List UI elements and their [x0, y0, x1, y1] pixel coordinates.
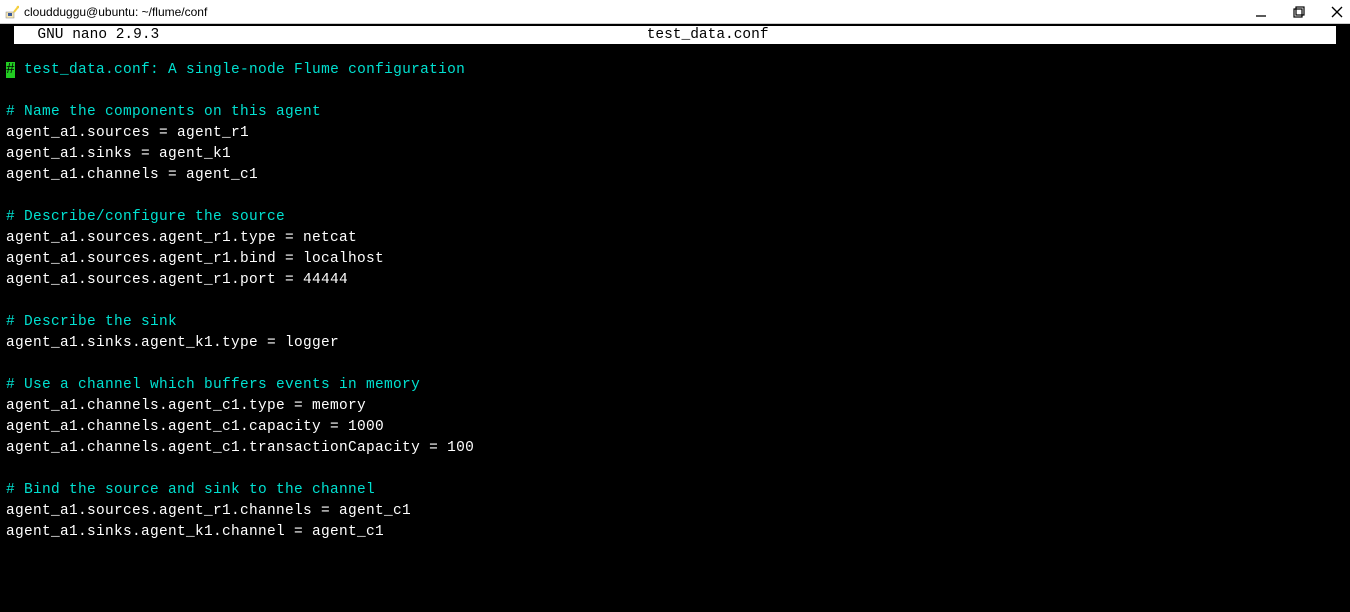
nano-header: GNU nano 2.9.3 test_data.conf	[14, 26, 1336, 44]
config-line: agent_a1.sources.agent_r1.port = 44444	[6, 270, 1344, 291]
window-title: cloudduggu@ubuntu: ~/flume/conf	[24, 5, 1254, 19]
blank-line	[6, 186, 1344, 207]
nano-version: GNU nano 2.9.3	[14, 26, 159, 44]
config-line: agent_a1.sources = agent_r1	[6, 123, 1344, 144]
config-line: agent_a1.channels.agent_c1.type = memory	[6, 396, 1344, 417]
minimize-button[interactable]	[1254, 5, 1268, 19]
blank-line	[6, 81, 1344, 102]
blank-line	[6, 291, 1344, 312]
comment-line: # test_data.conf: A single-node Flume co…	[6, 60, 1344, 81]
nano-filename: test_data.conf	[159, 26, 1256, 44]
config-line: agent_a1.channels.agent_c1.capacity = 10…	[6, 417, 1344, 438]
comment-line: # Name the components on this agent	[6, 102, 1344, 123]
config-line: agent_a1.sinks.agent_k1.channel = agent_…	[6, 522, 1344, 543]
blank-line	[6, 354, 1344, 375]
config-line: agent_a1.sources.agent_r1.type = netcat	[6, 228, 1344, 249]
config-line: agent_a1.sources.agent_r1.bind = localho…	[6, 249, 1344, 270]
config-line: agent_a1.sources.agent_r1.channels = age…	[6, 501, 1344, 522]
comment-line: # Describe the sink	[6, 312, 1344, 333]
window-titlebar: cloudduggu@ubuntu: ~/flume/conf	[0, 0, 1350, 24]
config-line: agent_a1.sinks.agent_k1.type = logger	[6, 333, 1344, 354]
window-controls	[1254, 5, 1344, 19]
maximize-button[interactable]	[1292, 5, 1306, 19]
cursor: #	[6, 62, 15, 78]
editor-content[interactable]: # test_data.conf: A single-node Flume co…	[6, 44, 1344, 543]
putty-icon	[4, 4, 20, 20]
config-line: agent_a1.channels = agent_c1	[6, 165, 1344, 186]
terminal-area[interactable]: GNU nano 2.9.3 test_data.conf # test_dat…	[0, 24, 1350, 549]
comment-line: # Bind the source and sink to the channe…	[6, 480, 1344, 501]
comment-line: # Describe/configure the source	[6, 207, 1344, 228]
close-button[interactable]	[1330, 5, 1344, 19]
config-line: agent_a1.sinks = agent_k1	[6, 144, 1344, 165]
blank-line	[6, 459, 1344, 480]
config-line: agent_a1.channels.agent_c1.transactionCa…	[6, 438, 1344, 459]
comment-line: # Use a channel which buffers events in …	[6, 375, 1344, 396]
